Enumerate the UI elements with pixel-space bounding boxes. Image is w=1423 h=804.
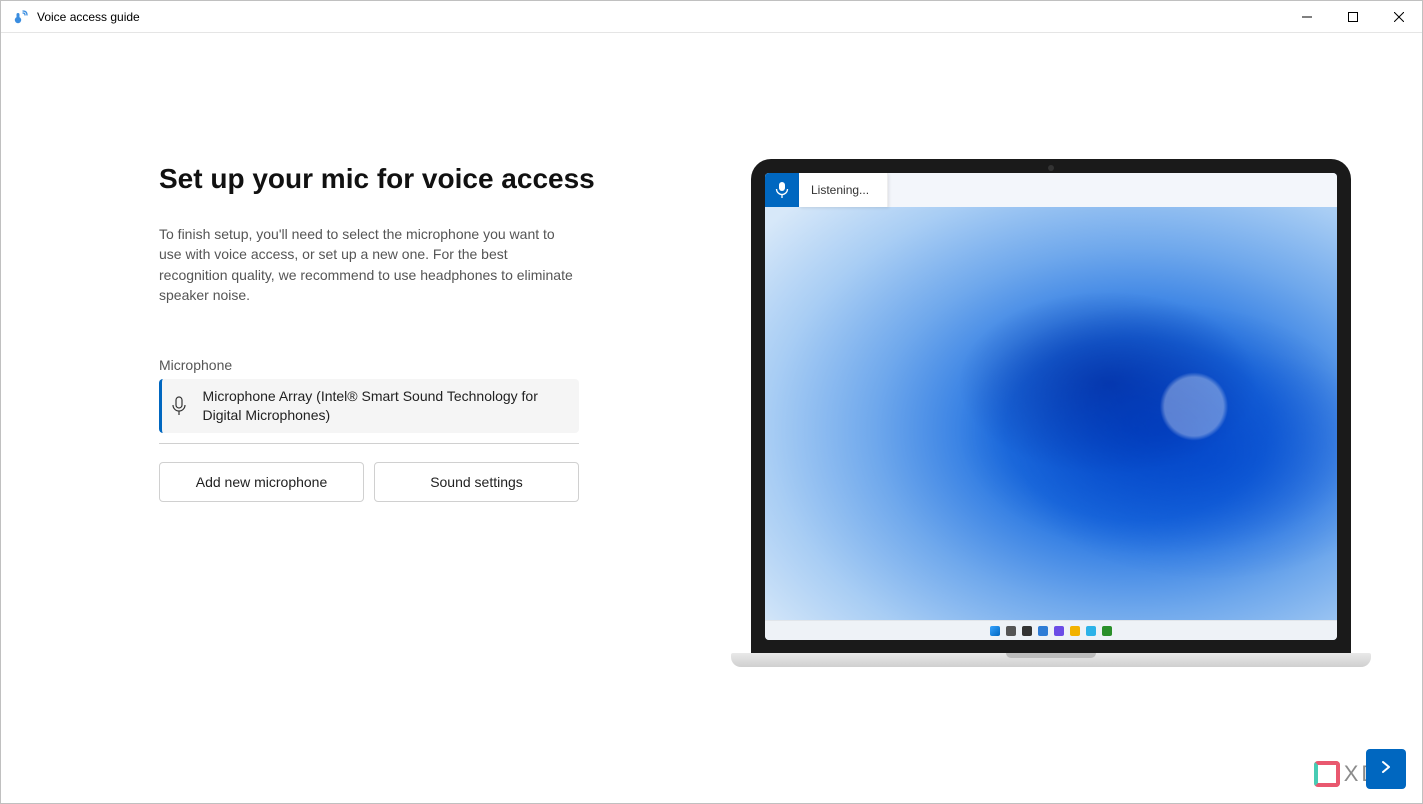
window-controls [1284, 1, 1422, 33]
titlebar: Voice access guide [1, 1, 1422, 33]
wallpaper-bloom [765, 173, 1337, 640]
content-area: Set up your mic for voice access To fini… [1, 33, 1422, 803]
divider [159, 443, 579, 444]
app-icon [13, 9, 29, 25]
laptop-camera [1048, 165, 1054, 171]
microphone-icon [166, 396, 193, 416]
laptop-base [731, 653, 1371, 667]
selected-microphone-name: Microphone Array (Intel® Smart Sound Tec… [203, 387, 567, 425]
sound-settings-button[interactable]: Sound settings [374, 462, 579, 502]
taskbar-taskview-icon [1022, 626, 1032, 636]
left-pane: Set up your mic for voice access To fini… [1, 33, 611, 803]
minimize-button[interactable] [1284, 1, 1330, 33]
laptop-screen: Listening... [765, 173, 1337, 640]
voice-access-status: Listening... [799, 173, 888, 207]
microphone-selector[interactable]: Microphone Array (Intel® Smart Sound Tec… [159, 379, 579, 433]
chevron-right-icon [1379, 760, 1393, 779]
taskbar-start-icon [990, 626, 1000, 636]
right-pane: Listening... [611, 33, 1422, 803]
taskbar-store-icon [1102, 626, 1112, 636]
taskbar-chat-icon [1054, 626, 1064, 636]
titlebar-left: Voice access guide [1, 9, 1284, 25]
taskbar-widgets-icon [1038, 626, 1048, 636]
window-title: Voice access guide [37, 10, 140, 24]
microphone-label: Microphone [159, 357, 611, 373]
page-description: To finish setup, you'll need to select t… [159, 224, 579, 305]
voice-access-mic-icon [765, 173, 799, 207]
illustration-laptop: Listening... [741, 159, 1422, 679]
taskbar-search-icon [1006, 626, 1016, 636]
close-button[interactable] [1376, 1, 1422, 33]
app-window: Voice access guide Set up your mic for v… [0, 0, 1423, 804]
sound-settings-label: Sound settings [430, 474, 523, 490]
add-microphone-label: Add new microphone [196, 474, 328, 490]
add-microphone-button[interactable]: Add new microphone [159, 462, 364, 502]
voice-access-bar: Listening... [765, 173, 1337, 207]
illustration-taskbar [765, 620, 1337, 640]
laptop-body: Listening... [751, 159, 1351, 654]
next-button[interactable] [1366, 749, 1406, 789]
maximize-button[interactable] [1330, 1, 1376, 33]
watermark-logo-icon [1314, 761, 1340, 787]
page-heading: Set up your mic for voice access [159, 161, 611, 196]
taskbar-explorer-icon [1070, 626, 1080, 636]
taskbar-edge-icon [1086, 626, 1096, 636]
button-row: Add new microphone Sound settings [159, 462, 611, 502]
